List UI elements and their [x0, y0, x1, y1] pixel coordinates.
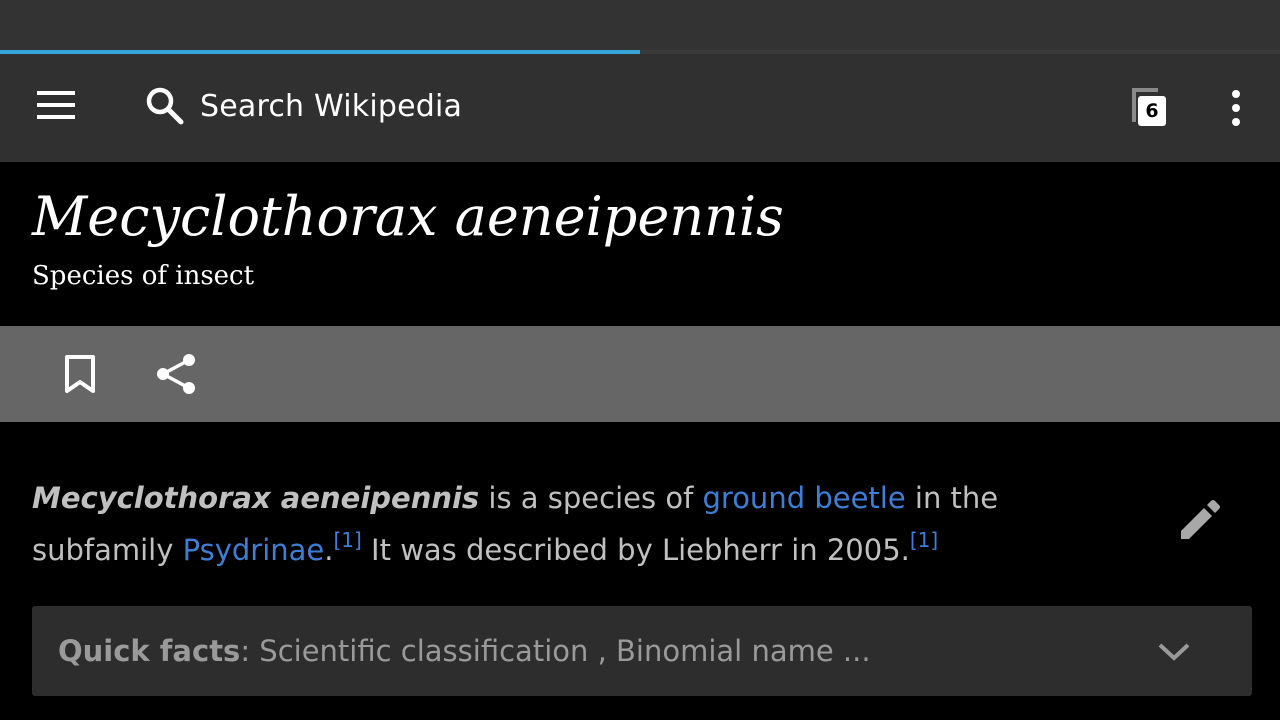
reference-link[interactable]: [1]	[333, 530, 361, 567]
share-icon[interactable]	[150, 348, 202, 400]
more-vert-icon[interactable]	[1212, 82, 1260, 134]
lead-paragraph: Mecyclothorax aeneipennis is a species o…	[32, 472, 1112, 576]
lead-text: is a species of	[479, 481, 703, 515]
lead-bold-title: Mecyclothorax aeneipennis	[32, 481, 480, 515]
search-icon	[140, 81, 190, 131]
quick-facts-bar[interactable]: Quick facts: Scientific classification ,…	[32, 606, 1252, 696]
top-toolbar: Search Wikipedia 6	[0, 54, 1280, 162]
hamburger-menu-icon[interactable]	[20, 76, 92, 134]
quick-facts-label: Quick facts	[58, 634, 241, 668]
lead-text: It was described by Liebherr in 2005.	[361, 533, 910, 567]
quick-facts-summary: : Scientific classification , Binomial n…	[240, 634, 871, 668]
reference-link[interactable]: [1]	[910, 530, 938, 567]
quick-facts-text: Quick facts: Scientific classification ,…	[58, 630, 871, 672]
article-action-bar	[0, 326, 1280, 422]
status-bar	[0, 0, 1280, 50]
tabs-button[interactable]: 6	[1124, 82, 1180, 132]
page-title: Mecyclothorax aeneipennis	[32, 185, 784, 248]
article-header: Mecyclothorax aeneipennis Species of ins…	[0, 162, 1280, 326]
search-input[interactable]: Search Wikipedia	[140, 76, 700, 136]
link-psydrinae[interactable]: Psydrinae	[183, 533, 325, 567]
bookmark-icon[interactable]	[54, 348, 106, 400]
chevron-down-icon[interactable]	[1152, 630, 1196, 674]
link-ground-beetle[interactable]: ground beetle	[703, 481, 906, 515]
page-description: Species of insect	[32, 261, 255, 291]
pencil-edit-icon[interactable]	[1168, 488, 1232, 552]
search-placeholder: Search Wikipedia	[200, 88, 463, 124]
tabs-count-badge: 6	[1138, 96, 1166, 126]
article-content: Mecyclothorax aeneipennis is a species o…	[0, 422, 1280, 720]
